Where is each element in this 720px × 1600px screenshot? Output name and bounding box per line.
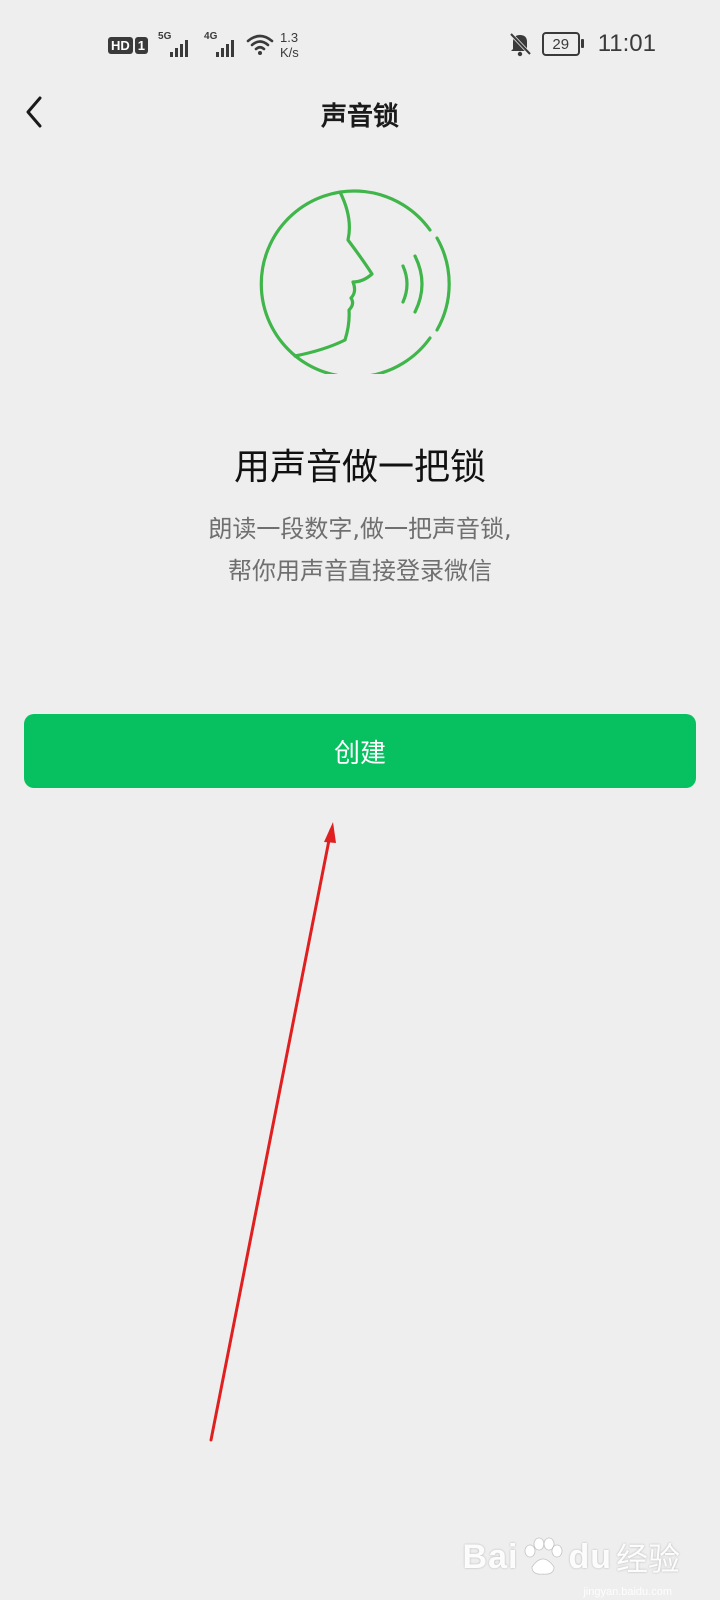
- sim-label: 1: [134, 36, 149, 54]
- status-bar-right: 29 11:01: [508, 30, 656, 58]
- bell-muted-icon: [509, 32, 531, 57]
- hd-label: HD: [108, 36, 133, 54]
- status-bar-left: HD 1 5G 4G 1.3 K/s: [108, 30, 299, 60]
- watermark-brand-cn: 经验: [615, 1540, 680, 1578]
- hd-badge: HD 1: [108, 36, 149, 54]
- paw-icon: [525, 1537, 563, 1575]
- clock: 11:01: [597, 30, 656, 57]
- signal-icon: 4G: [204, 31, 240, 59]
- signal-icon: 5G: [158, 31, 194, 59]
- description-line-2: 帮你用声音直接登录微信: [228, 557, 492, 585]
- watermark-brand-right: du: [568, 1537, 612, 1576]
- network-speed: 1.3 K/s: [280, 30, 299, 60]
- watermark-url: jingyan.baidu.com: [583, 1586, 672, 1598]
- net-speed-unit: K/s: [280, 45, 299, 60]
- battery-icon: 29: [541, 32, 584, 56]
- status-bar: HD 1 5G 4G 1.3 K/s 29 11:01: [0, 0, 720, 92]
- face-speaking-icon: [259, 189, 451, 374]
- battery-level: 29: [552, 35, 570, 53]
- navigation-bar: 声音锁: [0, 80, 720, 144]
- watermark-brand-left: Bai: [462, 1537, 519, 1576]
- description-line-1: 朗读一段数字,做一把声音锁,: [208, 515, 512, 543]
- headline: 用声音做一把锁: [233, 447, 486, 488]
- create-button[interactable]: 创建: [24, 714, 696, 788]
- baidu-watermark: Bai du 经验: [463, 1534, 680, 1580]
- net-speed-value: 1.3: [280, 30, 299, 45]
- wifi-icon: [246, 34, 274, 55]
- description: 朗读一段数字,做一把声音锁, 帮你用声音直接登录微信: [0, 508, 720, 592]
- page-title: 声音锁: [320, 102, 399, 132]
